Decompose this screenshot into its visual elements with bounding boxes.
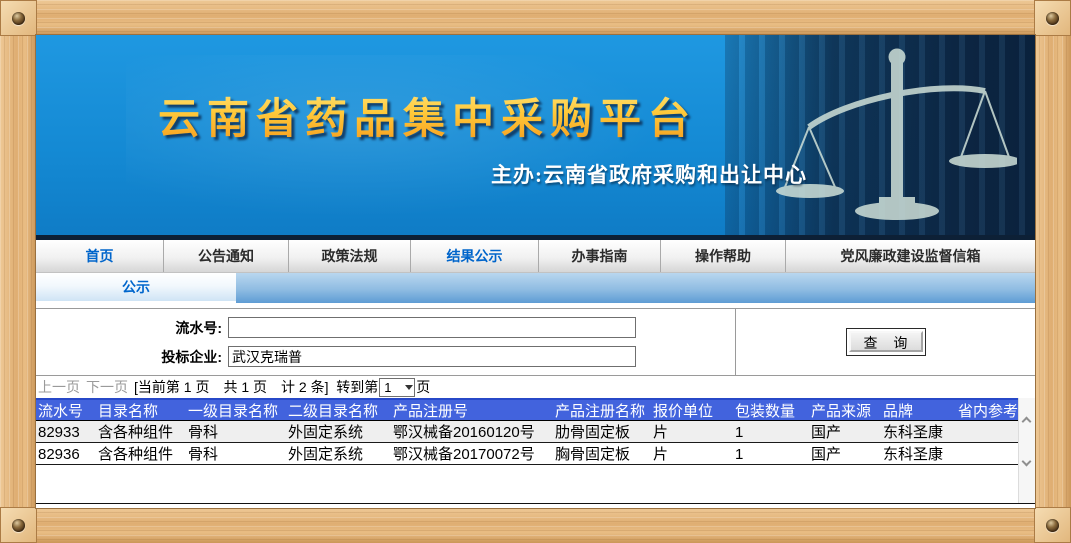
site-title: 云南省药品集中采购平台 [158,85,697,146]
screw-icon [1046,519,1059,532]
table-header-row: 流水号 目录名称 一级目录名称 二级目录名称 产品注册号 产品注册名称 报价单位… [36,398,1018,421]
scales-of-justice-image [725,35,1035,235]
header-cell: 包装数量 [733,400,809,420]
frame-bar-top [37,0,1034,35]
nav-item-policies[interactable]: 政策法规 [289,240,411,272]
goto-page-label: 转到第 [328,377,378,397]
table-cell: 国产 [809,443,881,464]
serial-number-input[interactable] [228,317,636,338]
table-cell: 东科圣康 [881,421,956,442]
site-subtitle: 主办:云南省政府采购和出让中心 [491,159,807,189]
goto-page-value: 1 [384,380,391,395]
next-page-link[interactable]: 下一页 [86,377,128,397]
table-cell: 肋骨固定板 [553,421,651,442]
page-summary: [当前第 1 页 共 1 页 计 2 条] [134,377,328,397]
screw-icon [1046,12,1059,25]
table-row: 82933 含各种组件 骨科 外固定系统 鄂汉械备20160120号 肋骨固定板… [36,421,1018,443]
prev-page-link[interactable]: 上一页 [38,377,80,397]
wooden-frame: 云南省药品集中采购平台 主办:云南省政府采购和出让中心 首页 公告通知 政策法规… [0,0,1071,543]
frame-bar-left [0,36,36,507]
table-cell: 东科圣康 [881,443,956,464]
table-cell [956,421,1018,442]
table-empty-area [36,465,1018,503]
table-cell: 外固定系统 [286,443,391,464]
search-fields: 流水号: 投标企业: [36,309,736,375]
table-cell: 含各种组件 [96,443,186,464]
screw-icon [12,519,25,532]
frame-bar-right [1035,36,1071,507]
vertical-scrollbar[interactable] [1018,398,1035,503]
goto-page-select[interactable]: 1 [379,378,415,397]
nav-item-notices[interactable]: 公告通知 [164,240,289,272]
table-cell: 片 [651,421,733,442]
frame-bar-bottom [37,508,1034,543]
tab-public-notice[interactable]: 公示 [36,273,236,303]
table-cell: 片 [651,443,733,464]
main-nav: 首页 公告通知 政策法规 结果公示 办事指南 操作帮助 党风廉政建设监督信箱 [36,240,1035,273]
table-cell: 1 [733,443,809,464]
nav-item-home[interactable]: 首页 [36,240,164,272]
query-button-outline: 查 询 [846,328,926,356]
bidding-company-input[interactable] [228,346,636,367]
header-cell: 报价单位 [651,400,733,420]
table-cell: 胸骨固定板 [553,443,651,464]
table-cell: 82933 [36,421,96,442]
frame-corner [1034,507,1071,543]
table-cell: 国产 [809,421,881,442]
table-cell [956,443,1018,464]
table-cell: 1 [733,421,809,442]
table-cell: 外固定系统 [286,421,391,442]
query-button[interactable]: 查 询 [849,331,923,352]
screw-icon [12,12,25,25]
query-zone: 查 询 [736,309,1035,375]
frame-corner [0,0,37,36]
site-banner: 云南省药品集中采购平台 主办:云南省政府采购和出让中心 [36,35,1035,240]
pagination: 上一页 下一页 [当前第 1 页 共 1 页 计 2 条] 转到第 1 页 [36,376,1035,398]
header-cell: 目录名称 [96,400,186,420]
bidding-company-label: 投标企业: [36,347,228,367]
frame-corner [0,507,37,543]
serial-number-label: 流水号: [36,318,228,338]
table-cell: 骨科 [186,443,286,464]
scroll-up-icon[interactable] [1022,417,1032,427]
table-row: 82936 含各种组件 骨科 外固定系统 鄂汉械备20170072号 胸骨固定板… [36,443,1018,465]
header-cell: 省内参考 [956,400,1018,420]
header-cell: 品牌 [881,400,956,420]
header-cell: 产品注册名称 [553,400,651,420]
header-cell: 产品注册号 [391,400,553,420]
header-cell: 二级目录名称 [286,400,391,420]
sub-nav: 公示 [36,273,1035,303]
header-cell: 产品来源 [809,400,881,420]
results-table: 流水号 目录名称 一级目录名称 二级目录名称 产品注册号 产品注册名称 报价单位… [36,398,1035,504]
scroll-down-icon[interactable] [1022,457,1032,467]
table-cell: 鄂汉械备20160120号 [391,421,553,442]
header-cell: 一级目录名称 [186,400,286,420]
table-cell: 82936 [36,443,96,464]
frame-corner [1034,0,1071,36]
table-cell: 含各种组件 [96,421,186,442]
search-form: 流水号: 投标企业: 查 询 [36,308,1035,376]
page-content: 云南省药品集中采购平台 主办:云南省政府采购和出让中心 首页 公告通知 政策法规… [36,35,1035,508]
table-cell: 鄂汉械备20170072号 [391,443,553,464]
nav-item-results[interactable]: 结果公示 [411,240,539,272]
nav-item-mailbox[interactable]: 党风廉政建设监督信箱 [786,240,1035,272]
table-cell: 骨科 [186,421,286,442]
nav-item-help[interactable]: 操作帮助 [661,240,786,272]
goto-page-suffix: 页 [416,377,430,397]
dropdown-arrow-icon [405,385,413,390]
header-cell: 流水号 [36,400,96,420]
nav-item-guide[interactable]: 办事指南 [539,240,661,272]
